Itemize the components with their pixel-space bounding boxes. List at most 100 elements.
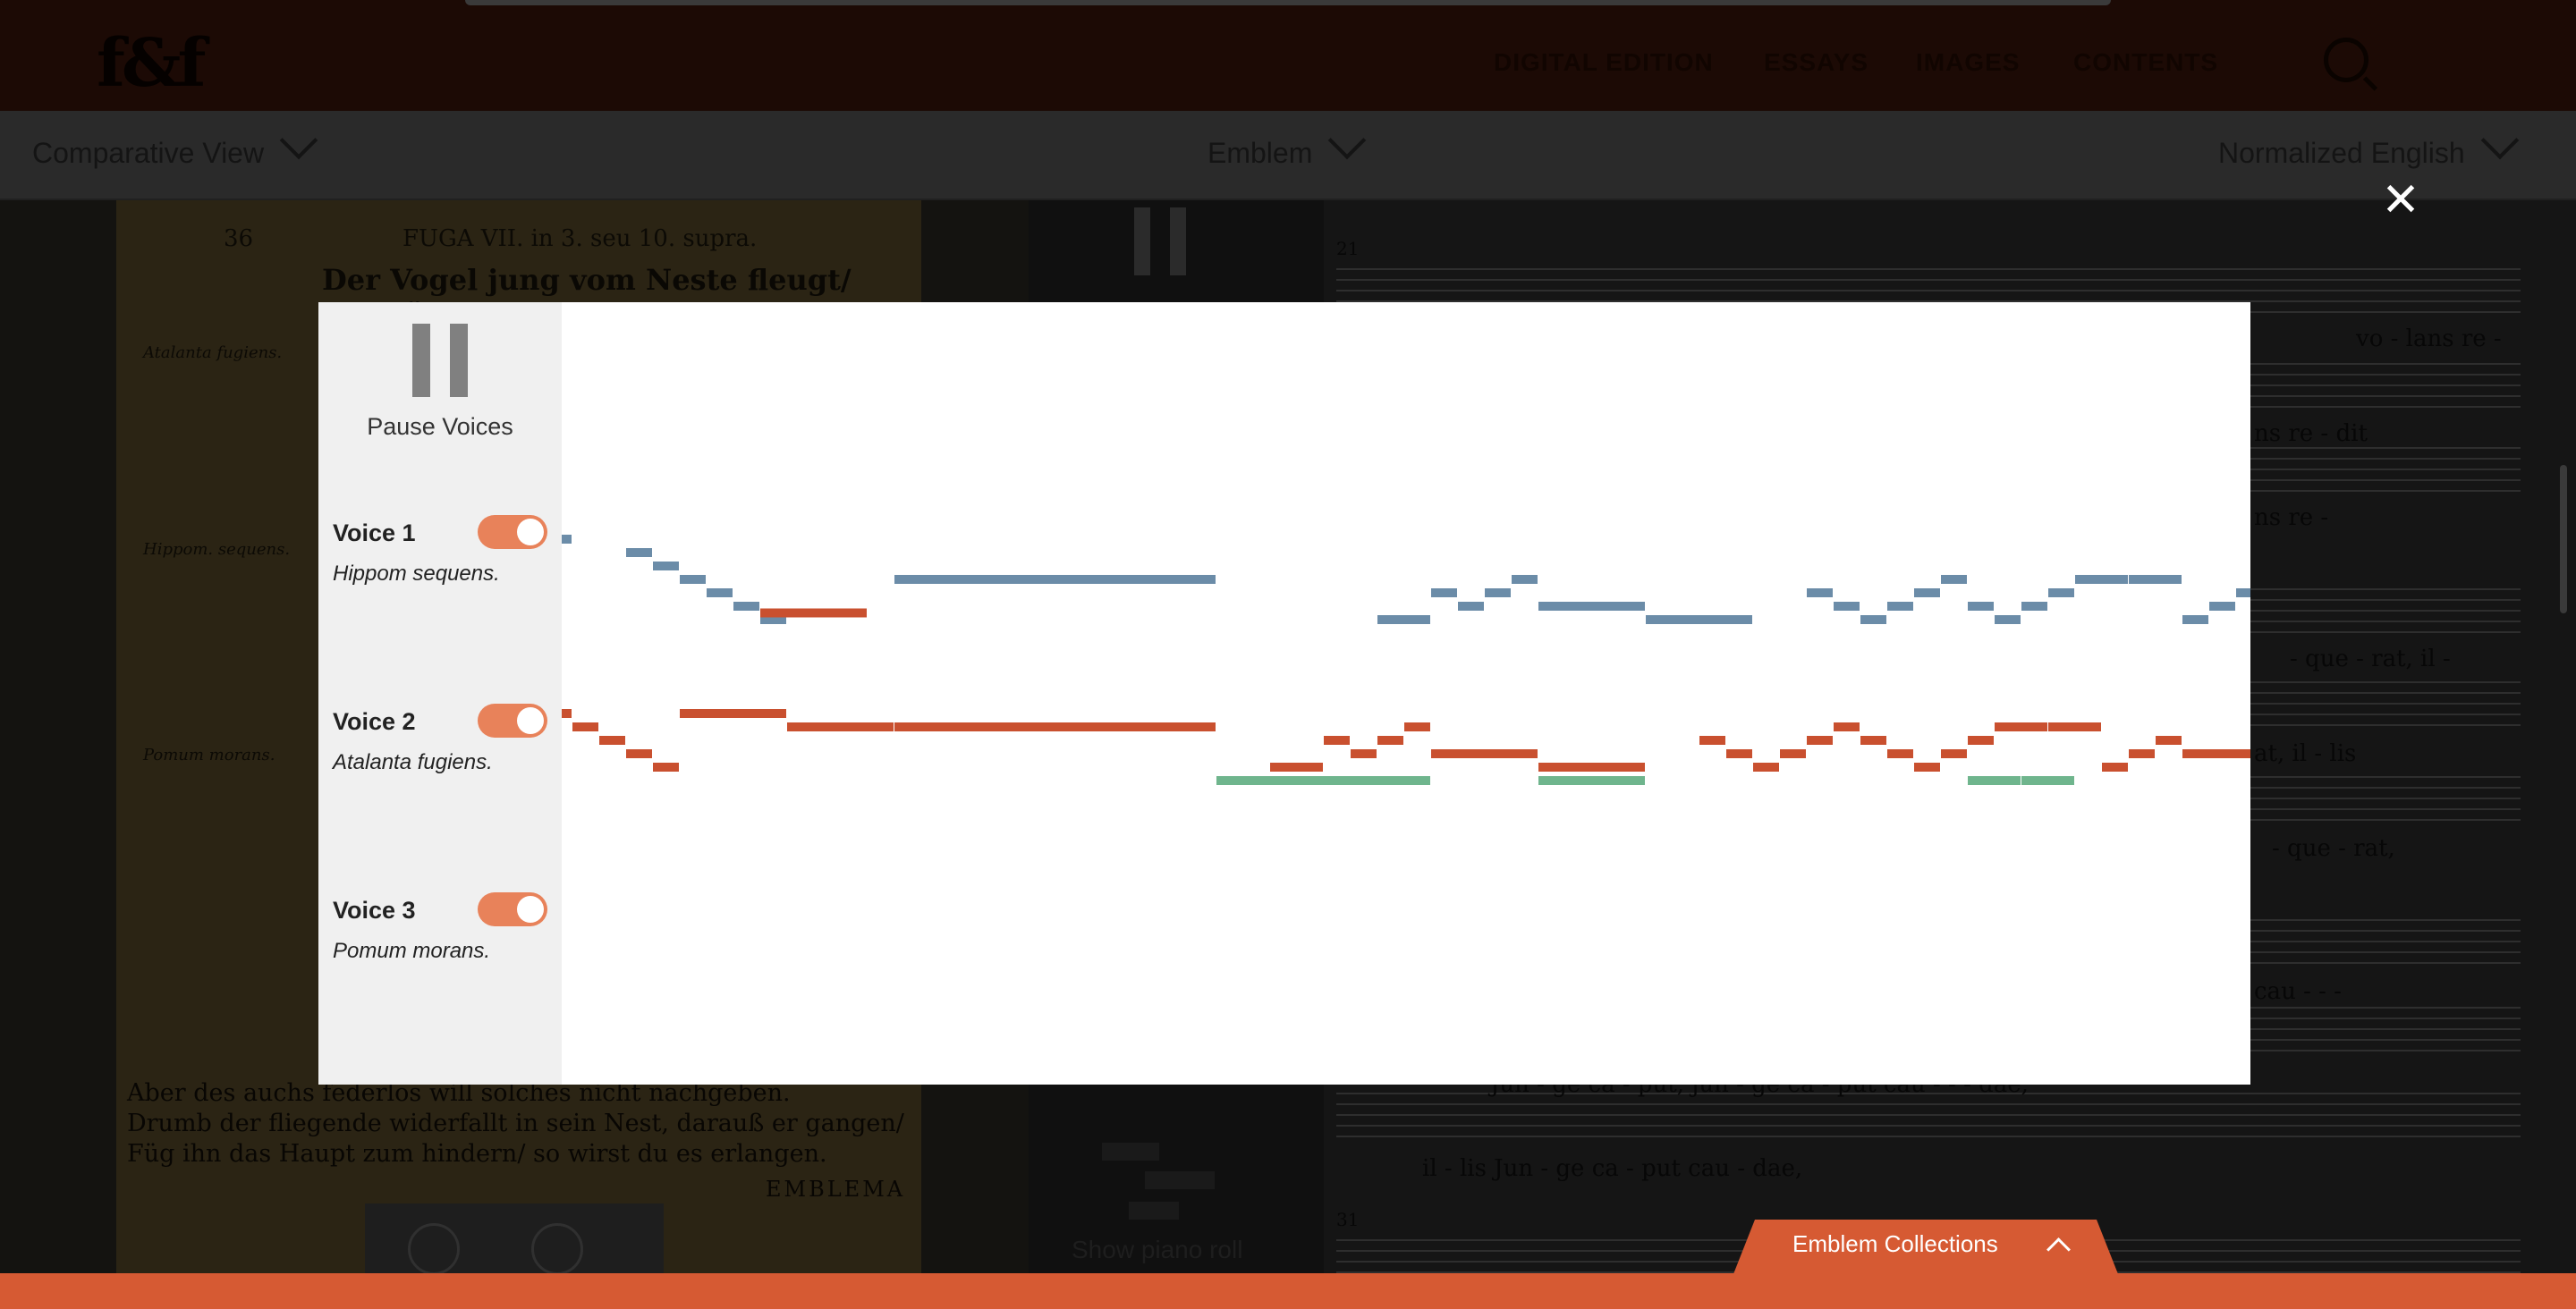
measure-number: 21 [1336, 238, 1360, 259]
pause-icon [450, 324, 468, 397]
score-lyric: - que - rat, [2272, 835, 2395, 862]
voice-1-name: Voice 1 [333, 519, 416, 546]
note-voice-1-12 [1512, 575, 1538, 584]
note-voice-3-2 [1968, 776, 2021, 785]
note-voice-1-24 [2048, 588, 2074, 597]
nav-contents[interactable]: CONTENTS [2073, 48, 2218, 77]
voice-2-subtitle: Atalanta fugiens. [333, 750, 493, 774]
note-voice-2-22 [1860, 736, 1886, 745]
note-voice-2-25 [1941, 749, 1967, 758]
note-voice-1-0 [562, 535, 572, 544]
manuscript-voice-label: Pomum morans. [143, 746, 275, 764]
note-voice-1-1 [626, 548, 652, 557]
voice-1-toggle[interactable] [478, 515, 547, 549]
note-voice-2-1 [572, 722, 598, 731]
note-voice-2-24 [1914, 763, 1940, 772]
note-voice-1-15 [1807, 588, 1833, 597]
manuscript-voice-label: Atalanta fugiens. [143, 343, 283, 362]
pause-icon[interactable] [1134, 207, 1186, 275]
emblem-collections-label[interactable]: Emblem Collections [1792, 1230, 1998, 1258]
note-voice-1-29 [2236, 588, 2250, 597]
toggle-knob [517, 519, 544, 545]
note-voice-1-16 [1834, 602, 1860, 611]
voice-2-name: Voice 2 [333, 708, 416, 735]
note-voice-1-7 [894, 575, 1216, 584]
score-lyric: vo - lans re - [2356, 325, 2502, 352]
close-icon[interactable]: ✕ [2379, 177, 2422, 224]
pause-voices-button[interactable] [412, 324, 468, 397]
voice-3-name: Voice 3 [333, 897, 416, 924]
measure-number: 31 [1336, 1209, 1360, 1230]
note-voice-2-9 [1270, 763, 1323, 772]
note-voice-1-2 [653, 562, 679, 570]
note-voice-1-17 [1860, 615, 1886, 624]
manuscript-voice-label: Hippom. sequens. [143, 540, 291, 559]
note-voice-1-21 [1968, 602, 1994, 611]
note-voice-2-0 [562, 709, 572, 718]
note-voice-1-28 [2209, 602, 2235, 611]
footer-bar [0, 1273, 2576, 1309]
section-select[interactable]: Emblem [1208, 121, 1367, 170]
note-voice-2-2 [599, 736, 625, 745]
view-select[interactable]: Comparative View [32, 121, 318, 170]
note-voice-3-3 [2021, 776, 2074, 785]
nav-essays[interactable]: ESSAYS [1764, 48, 1868, 77]
nav-digital-edition[interactable]: DIGITAL EDITION [1494, 48, 1714, 77]
note-voice-2-26 [1968, 736, 1994, 745]
note-voice-2-5 [680, 709, 786, 718]
note-voice-2-31 [2156, 736, 2182, 745]
note-voice-1-10 [1458, 602, 1484, 611]
manuscript-verse: Aber des auchs federlos will solches nic… [127, 1078, 914, 1170]
zoom-in-icon[interactable] [408, 1223, 460, 1275]
language-select-label: Normalized English [2218, 137, 2465, 169]
piano-roll-canvas [562, 535, 2250, 785]
score-scrollbar[interactable] [2560, 465, 2567, 613]
nav-images[interactable]: IMAGES [1916, 48, 2020, 77]
note-voice-2-12 [1377, 736, 1403, 745]
score-lyric: ns re - dit [2254, 420, 2368, 447]
zoom-out-icon[interactable] [531, 1223, 583, 1275]
note-voice-1-14 [1646, 615, 1752, 624]
toggle-knob [517, 896, 544, 923]
note-voice-2-20 [1807, 736, 1833, 745]
score-lyric: il - lis Jun - ge ca - put cau - dae, [1422, 1155, 1803, 1182]
note-voice-1-19 [1914, 588, 1940, 597]
note-voice-2-15 [1538, 763, 1645, 772]
note-voice-2-10 [1324, 736, 1350, 745]
note-voice-2-19 [1780, 749, 1806, 758]
note-voice-2-16 [1699, 736, 1725, 745]
note-voice-2-11 [1351, 749, 1377, 758]
note-voice-1-11 [1485, 588, 1511, 597]
note-voice-2-13 [1404, 722, 1430, 731]
note-voice-1-22 [1995, 615, 2021, 624]
show-piano-roll-button[interactable]: Show piano roll [1072, 1236, 1242, 1264]
note-voice-2-17 [1726, 749, 1752, 758]
verse-line: Füg ihn das Haupt zum hindern/ so wirst … [127, 1140, 827, 1168]
pause-icon [412, 324, 430, 397]
language-select[interactable]: Normalized English [2218, 121, 2519, 170]
voice-3-toggle[interactable] [478, 892, 547, 926]
verse-line: Drumb der fliegende widerfallt in sein N… [127, 1110, 904, 1137]
voice-2-toggle[interactable] [478, 704, 547, 738]
note-voice-1-13 [1538, 602, 1645, 611]
note-voice-2-27 [1995, 722, 2047, 731]
note-voice-2-3 [626, 749, 652, 758]
note-voice-1-23 [2021, 602, 2047, 611]
note-voice-2-18 [1753, 763, 1779, 772]
piano-roll-modal: Pause Voices Voice 1 Hippom sequens. Voi… [318, 302, 2250, 1085]
note-voice-1-27 [2182, 615, 2208, 624]
note-voice-3-0 [1216, 776, 1430, 785]
note-voice-1-9 [1431, 588, 1457, 597]
note-voice-2-21 [1834, 722, 1860, 731]
note-voice-1-5 [733, 602, 759, 611]
search-icon[interactable] [2324, 38, 2368, 82]
manuscript-emblema: EMBLEMA [766, 1177, 906, 1202]
note-voice-1-3 [680, 575, 706, 584]
voice-controls-panel: Pause Voices Voice 1 Hippom sequens. Voi… [318, 302, 562, 1085]
voice-3-subtitle: Pomum morans. [333, 939, 491, 963]
site-logo[interactable]: f&f [97, 25, 207, 102]
score-staff [1336, 1093, 2521, 1137]
note-voice-1-8 [1377, 615, 1430, 624]
note-voice-2-32 [2182, 749, 2250, 758]
note-voice-2-7 [894, 722, 1216, 731]
